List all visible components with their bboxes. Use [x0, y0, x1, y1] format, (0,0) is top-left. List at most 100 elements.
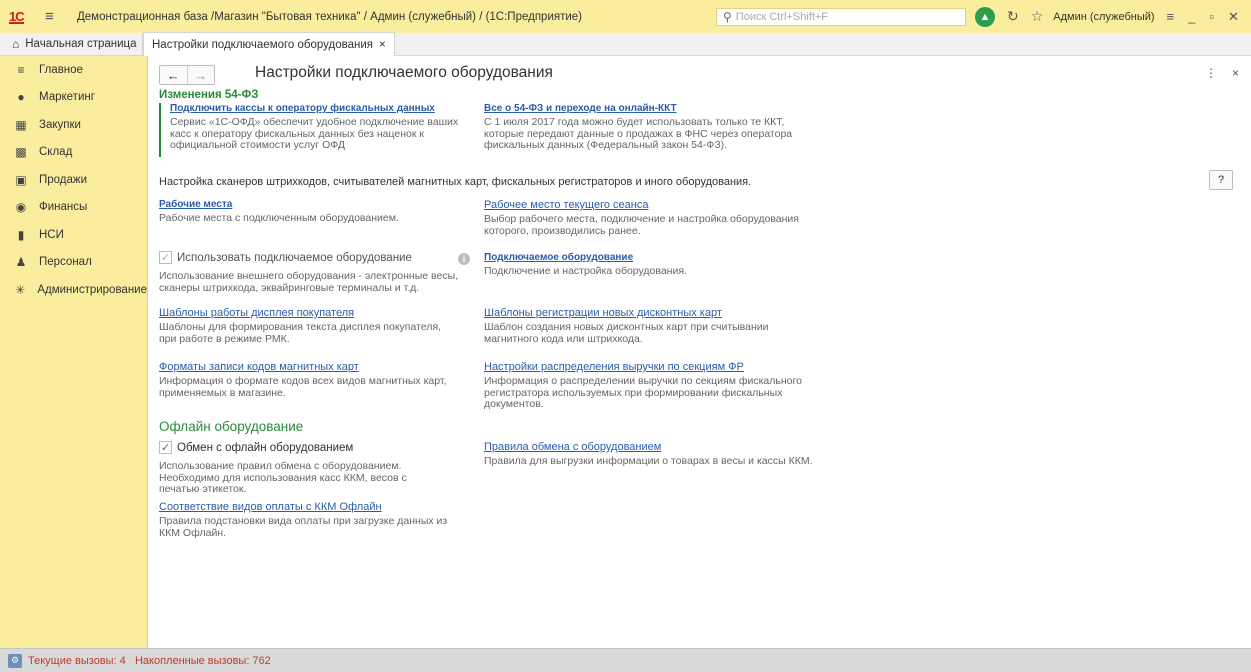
person-icon: ♟: [15, 255, 27, 270]
title-bar: 1С ≡ Демонстрационная база /Магазин "Быт…: [0, 0, 1251, 33]
tab-bar: ⌂ Начальная страница Настройки подключае…: [0, 32, 1251, 56]
revenue-distribution-block: Настройки распределения выручки по секци…: [484, 361, 804, 411]
exchange-rules-block: Правила обмена с оборудованием Правила д…: [484, 441, 824, 468]
tab-equipment-settings[interactable]: Настройки подключаемого оборудования ×: [143, 32, 395, 56]
history-nav: ← →: [159, 65, 215, 85]
current-workplace-desc: Выбор рабочего места, подключение и наст…: [484, 213, 799, 237]
use-equipment-label: Использовать подключаемое оборудование: [177, 251, 412, 264]
discount-templates-block: Шаблоны регистрации новых дисконтных кар…: [484, 307, 804, 345]
maximize-icon[interactable]: ▫: [1209, 9, 1214, 25]
display-templates-desc: Шаблоны для формирования текста дисплея …: [159, 321, 441, 345]
offline-heading: Офлайн оборудование: [159, 419, 304, 434]
sidebar-item-label: Финансы: [39, 201, 88, 214]
sidebar-item-label: Склад: [39, 146, 73, 159]
workplaces-block: Рабочие места Рабочие места с подключенн…: [159, 199, 459, 225]
sidebar-item-main[interactable]: ≡ Главное: [0, 56, 147, 84]
purchases-icon: ▦: [15, 117, 27, 132]
close-form-icon[interactable]: ×: [1232, 66, 1239, 80]
fz-about-desc: С 1 июля 2017 года можно будет использов…: [484, 116, 793, 151]
sidebar-item-label: Администрирование: [37, 283, 147, 296]
fz-connect-ofd-link[interactable]: Подключить кассы к оператору фискальных …: [170, 103, 459, 114]
connected-equipment-link[interactable]: Подключаемое оборудование: [484, 252, 804, 263]
search-icon: ⚲: [723, 10, 732, 24]
minimize-icon[interactable]: _: [1188, 9, 1195, 25]
exchange-rules-link[interactable]: Правила обмена с оборудованием: [484, 441, 824, 453]
marketing-icon: ●: [17, 90, 25, 105]
sidebar-item-administration[interactable]: ✳ Администрирование: [0, 276, 147, 304]
info-icon[interactable]: i: [458, 253, 470, 265]
more-actions-icon[interactable]: ⋮: [1205, 66, 1217, 80]
history-icon[interactable]: ↻: [1007, 8, 1019, 25]
display-templates-link[interactable]: Шаблоны работы дисплея покупателя: [159, 307, 459, 319]
fz-about-link[interactable]: Все о 54-ФЗ и переходе на онлайн-ККТ: [484, 103, 804, 114]
main-content: ← → Настройки подключаемого оборудования…: [149, 57, 1251, 648]
warehouse-icon: ▩: [15, 145, 27, 160]
sidebar: ≡ Главное ● Маркетинг ▦ Закупки ▩ Склад ▣ Про…: [0, 56, 148, 648]
offline-exchange-label: Обмен с офлайн оборудованием: [177, 441, 354, 454]
sidebar-item-reference[interactable]: ▮ НСИ: [0, 221, 147, 249]
status-calls-text: Текущие вызовы: 4 Накопленные вызовы: 76…: [28, 654, 271, 667]
forward-arrow-icon[interactable]: →: [186, 66, 215, 84]
offline-exchange-checkbox-row[interactable]: ✓ Обмен с офлайн оборудованием: [159, 441, 353, 454]
workplaces-desc: Рабочие места с подключенным оборудовани…: [159, 212, 399, 224]
sidebar-item-label: Закупки: [39, 118, 81, 131]
settings-menu-icon[interactable]: ≡: [1167, 9, 1175, 25]
sidebar-item-sales[interactable]: ▣ Продажи: [0, 166, 147, 194]
use-equipment-checkbox[interactable]: ✓: [159, 251, 172, 264]
magnetic-formats-block: Форматы записи кодов магнитных карт Инфо…: [159, 361, 459, 399]
payment-types-link[interactable]: Соответствие видов оплаты с ККМ Офлайн: [159, 501, 464, 513]
tab-home-label: Начальная страница: [25, 38, 137, 50]
favorites-star-icon[interactable]: ☆: [1031, 8, 1044, 25]
sidebar-item-marketing[interactable]: ● Маркетинг: [0, 84, 147, 112]
offline-exchange-desc: Использование правил обмена с оборудован…: [159, 460, 407, 495]
discount-templates-desc: Шаблон создания новых дисконтных карт пр…: [484, 321, 769, 345]
tab-home[interactable]: ⌂ Начальная страница: [0, 33, 143, 55]
revenue-distribution-link[interactable]: Настройки распределения выручки по секци…: [484, 361, 804, 373]
gear-icon: ✳: [15, 282, 26, 297]
sidebar-item-personnel[interactable]: ♟ Персонал: [0, 249, 147, 277]
offline-exchange-checkbox[interactable]: ✓: [159, 441, 172, 454]
payment-types-desc: Правила подстановки вида оплаты при загр…: [159, 515, 448, 539]
logo-text: 1С: [9, 9, 25, 24]
sidebar-item-label: Маркетинг: [39, 91, 95, 104]
fz-connect-ofd-desc: Сервис «1С-ОФД» обеспечит удобное подклю…: [170, 116, 459, 151]
display-templates-block: Шаблоны работы дисплея покупателя Шаблон…: [159, 307, 459, 345]
back-arrow-icon[interactable]: ←: [160, 66, 187, 84]
exchange-rules-desc: Правила для выгрузки информации о товара…: [484, 455, 813, 467]
tab-close-icon[interactable]: ×: [379, 39, 386, 51]
status-bar: ⚙ Текущие вызовы: 4 Накопленные вызовы: …: [0, 648, 1251, 672]
help-button[interactable]: ?: [1209, 170, 1233, 190]
magnetic-formats-desc: Информация о формате кодов всех видов ма…: [159, 375, 447, 399]
main-menu-icon[interactable]: ≡: [45, 8, 65, 25]
sales-icon: ▣: [15, 172, 27, 187]
home-icon: ⌂: [12, 37, 20, 51]
search-input[interactable]: ⚲ Поиск Ctrl+Shift+F: [716, 8, 966, 26]
notifications-icon[interactable]: ▲: [975, 6, 995, 27]
current-workplace-link[interactable]: Рабочее место текущего сеанса: [484, 199, 804, 211]
use-equipment-checkbox-row[interactable]: ✓ Использовать подключаемое оборудование: [159, 251, 412, 264]
window-controls: ≡ _ ▫ ✕: [1167, 9, 1239, 25]
intro-text: Настройка сканеров штрихкодов, считывате…: [159, 176, 752, 188]
server-calls-icon[interactable]: ⚙: [8, 653, 22, 668]
sidebar-item-label: НСИ: [39, 228, 64, 241]
magnetic-formats-link[interactable]: Форматы записи кодов магнитных карт: [159, 361, 459, 373]
sidebar-item-finance[interactable]: ◉ Финансы: [0, 194, 147, 222]
title-bar-tools: ▲ ↻ ☆ Админ (служебный) ≡ _ ▫ ✕: [975, 5, 1239, 28]
menu-lines-icon: ≡: [17, 62, 25, 77]
sidebar-item-purchases[interactable]: ▦ Закупки: [0, 111, 147, 139]
fz-heading: Изменения 54-ФЗ: [159, 89, 259, 101]
sidebar-item-label: Продажи: [39, 173, 88, 186]
page-title: Настройки подключаемого оборудования: [255, 64, 553, 81]
fz-right-block: Все о 54-ФЗ и переходе на онлайн-ККТ С 1…: [484, 103, 804, 152]
discount-templates-link[interactable]: Шаблоны регистрации новых дисконтных кар…: [484, 307, 804, 319]
current-user[interactable]: Админ (служебный): [1053, 11, 1154, 23]
sidebar-item-warehouse[interactable]: ▩ Склад: [0, 139, 147, 167]
finance-icon: ◉: [15, 200, 27, 215]
workplaces-link[interactable]: Рабочие места: [159, 199, 459, 210]
sidebar-item-label: Персонал: [39, 256, 92, 269]
search-placeholder: Поиск Ctrl+Shift+F: [735, 11, 829, 23]
current-workplace-block: Рабочее место текущего сеанса Выбор рабо…: [484, 199, 804, 237]
app-logo[interactable]: 1С: [9, 9, 39, 24]
close-window-icon[interactable]: ✕: [1228, 9, 1239, 25]
payment-types-block: Соответствие видов оплаты с ККМ Офлайн П…: [159, 501, 464, 539]
